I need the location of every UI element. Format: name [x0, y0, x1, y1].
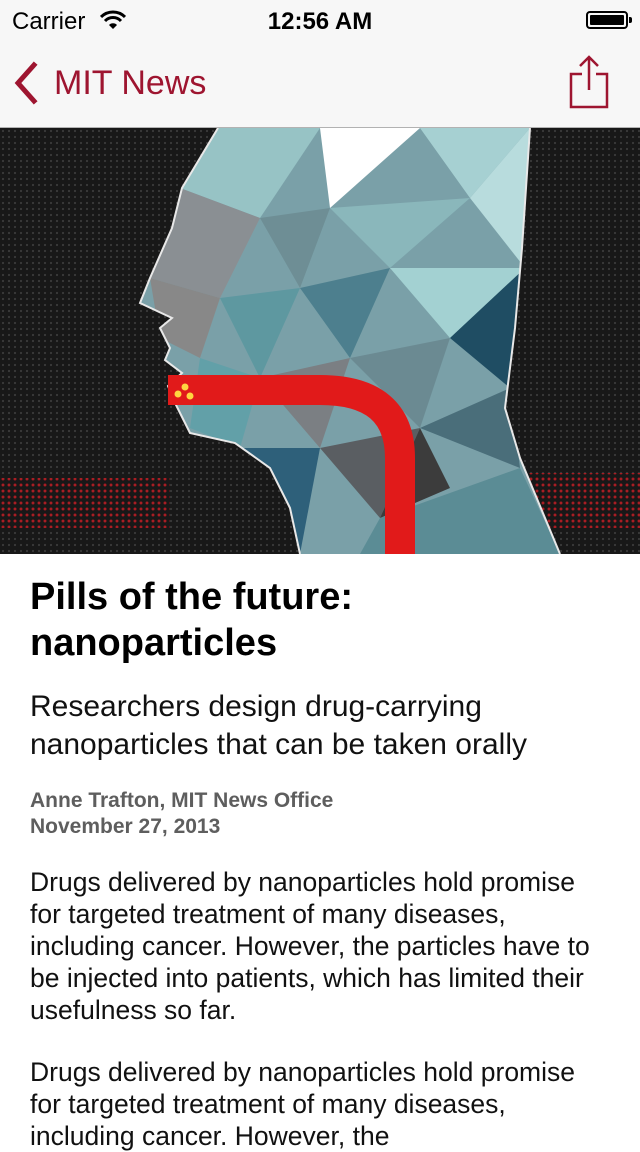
article-hero-image [0, 128, 640, 554]
article-paragraph: Drugs delivered by nanoparticles hold pr… [30, 867, 590, 1025]
article: Pills of the future: nanoparticles Resea… [30, 554, 610, 1152]
article-subtitle: Researchers design drug-carrying nanopar… [30, 690, 527, 761]
chevron-left-icon [14, 61, 38, 105]
byline: Anne Trafton, MIT News Office November 2… [30, 788, 610, 840]
article-title: Pills of the future: nanoparticles [30, 576, 353, 664]
share-icon[interactable] [568, 54, 610, 110]
back-button-label: MIT News [54, 63, 207, 102]
article-author: Anne Trafton, MIT News Office [30, 789, 334, 812]
status-bar: Carrier 12:56 AM [0, 0, 640, 40]
article-date: November 27, 2013 [30, 815, 221, 838]
status-time: 12:56 AM [267, 8, 373, 35]
battery-icon [586, 11, 632, 29]
navigation-bar: MIT News [0, 40, 640, 128]
article-paragraph: Drugs delivered by nanoparticles hold pr… [30, 1057, 576, 1151]
back-button[interactable]: MIT News [12, 58, 206, 108]
hero-illustration [0, 128, 640, 554]
